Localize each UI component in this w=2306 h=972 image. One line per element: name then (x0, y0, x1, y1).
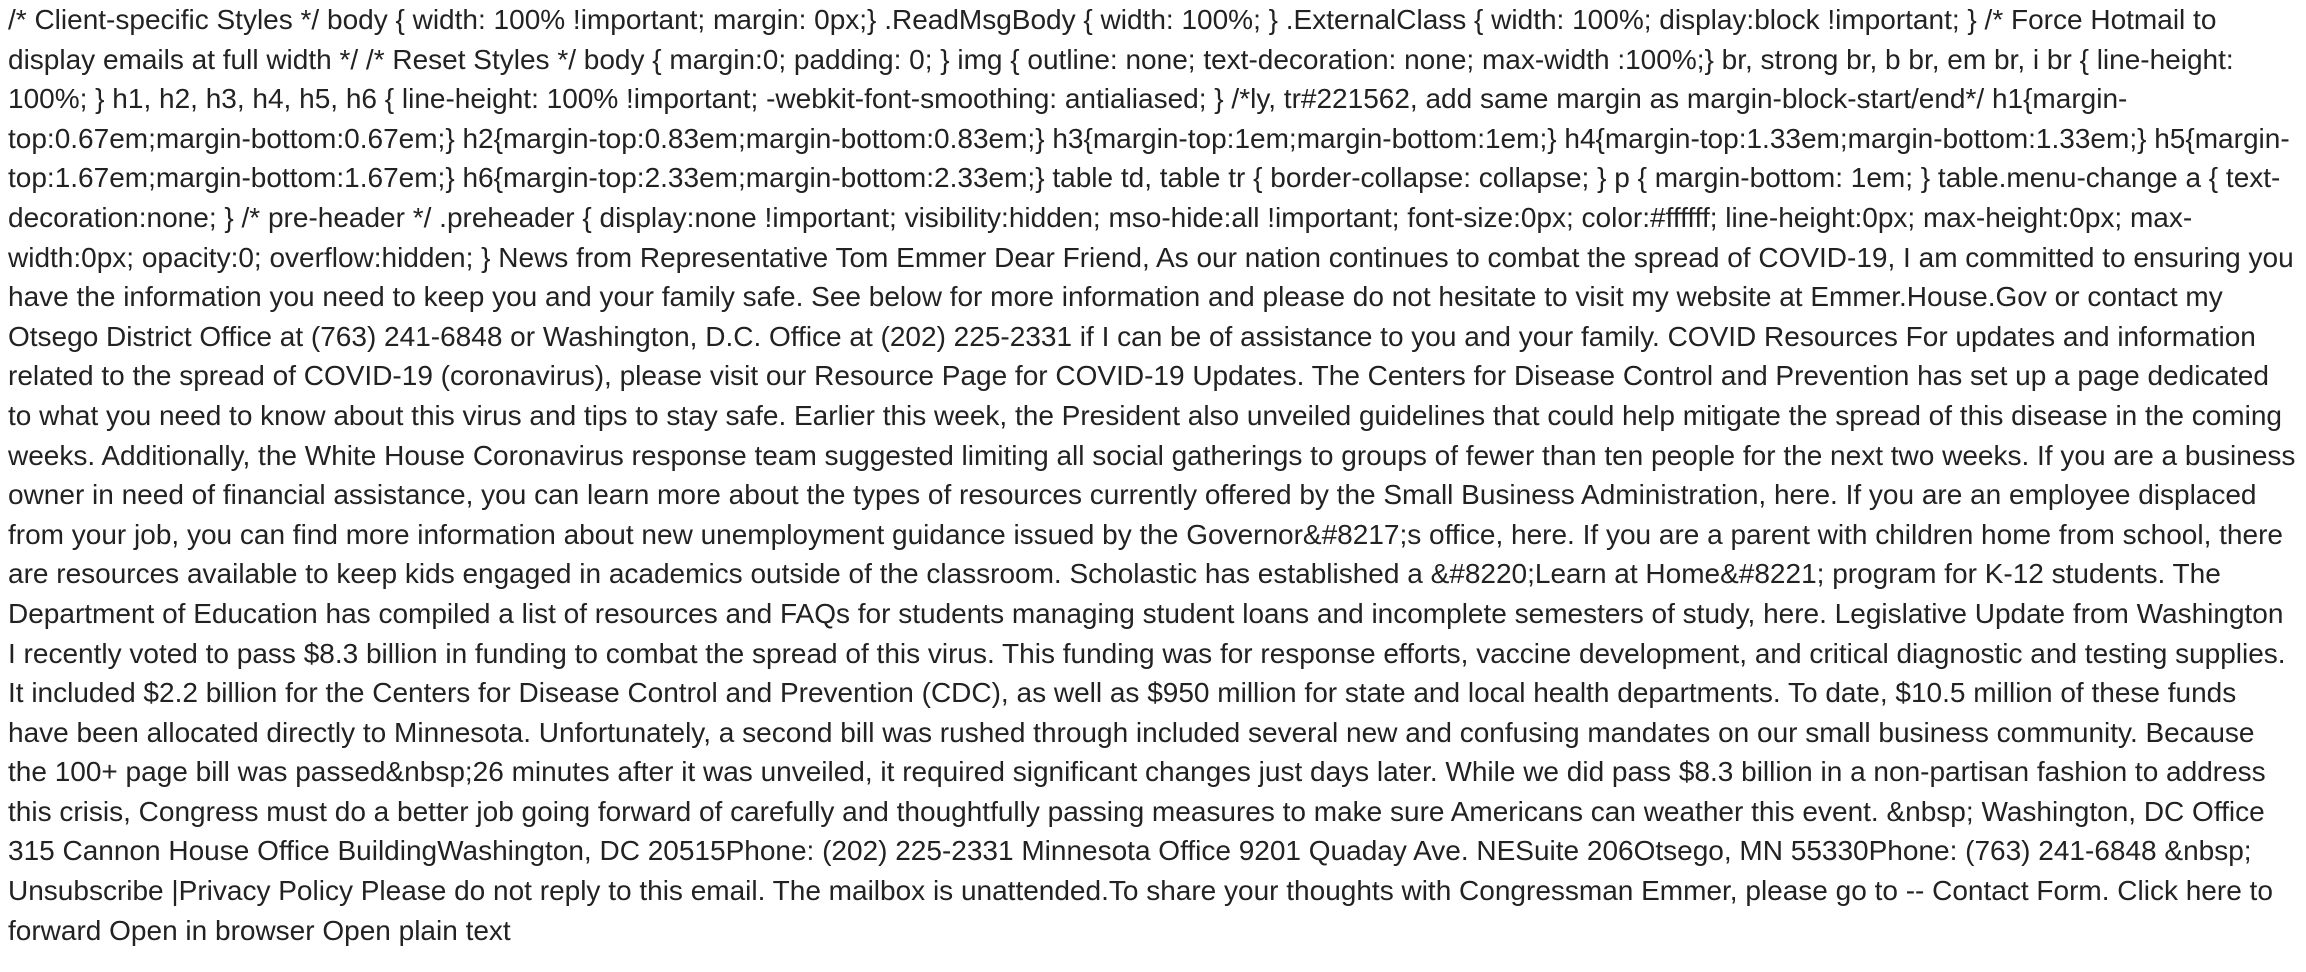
email-plain-text-body: /* Client-specific Styles */ body { widt… (0, 0, 2306, 950)
email-text: /* Client-specific Styles */ body { widt… (8, 4, 2296, 946)
